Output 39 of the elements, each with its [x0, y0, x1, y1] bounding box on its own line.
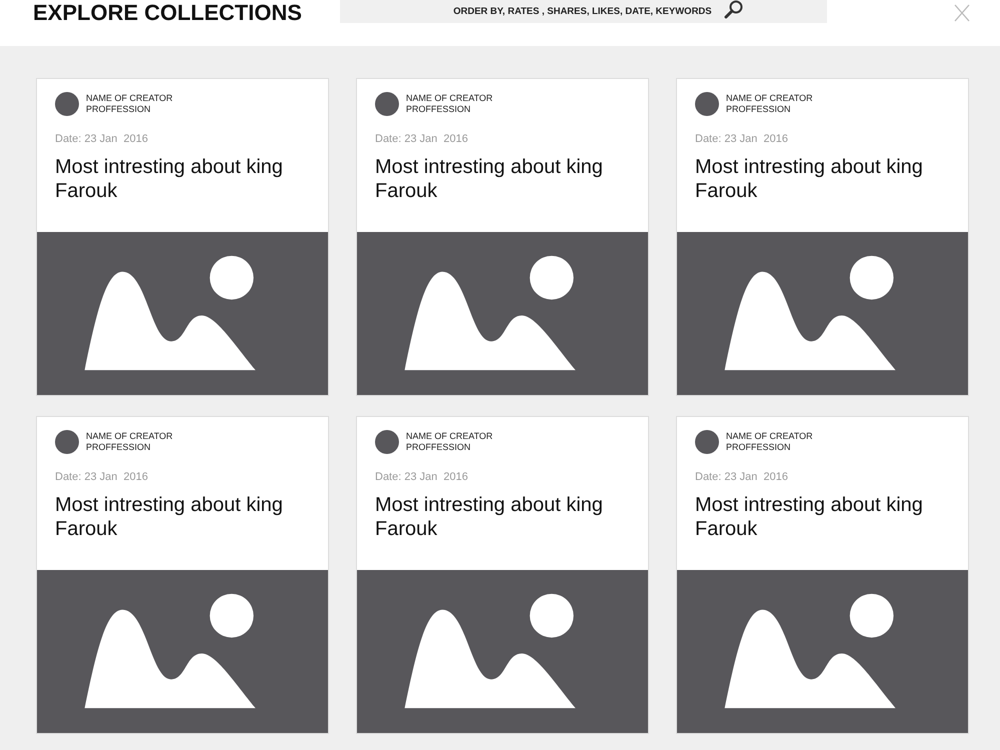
card-date: Date: 23 Jan 2016 — [55, 133, 149, 145]
creator-name: NAME OF CREATOR — [726, 431, 813, 442]
creator-name: NAME OF CREATOR — [86, 431, 173, 442]
card-title: Most intresting about king Farouk — [375, 155, 604, 203]
avatar — [55, 430, 79, 454]
card-title: Most intresting about king Farouk — [55, 493, 284, 541]
creator-profession: PROFFESSION — [406, 442, 472, 453]
card-title: Most intresting about king Farouk — [695, 155, 924, 203]
creator-profession: PROFFESSION — [406, 104, 472, 115]
card-date: Date: 23 Jan 2016 — [695, 471, 789, 483]
avatar — [375, 92, 399, 116]
avatar — [375, 430, 399, 454]
creator-profession: PROFFESSION — [86, 442, 152, 453]
collection-card[interactable]: NAME OF CREATOR PROFFESSION Date: 23 Jan 2016 Most intresting about king Farouk — [676, 78, 969, 396]
card-title: Most intresting about king Farouk — [695, 493, 924, 541]
collection-card[interactable]: NAME OF CREATOR PROFFESSION Date: 23 Jan 2016 Most intresting about king Farouk — [36, 78, 329, 396]
card-title: Most intresting about king Farouk — [375, 493, 604, 541]
creator-profession: PROFFESSION — [726, 442, 792, 453]
creator-profession: PROFFESSION — [86, 104, 152, 115]
collection-card[interactable]: NAME OF CREATOR PROFFESSION Date: 23 Jan 2016 Most intresting about king Farouk — [356, 416, 649, 734]
creator-name: NAME OF CREATOR — [86, 93, 173, 104]
card-title: Most intresting about king Farouk — [55, 155, 284, 203]
creator-name: NAME OF CREATOR — [406, 93, 493, 104]
search-icon[interactable] — [724, 0, 744, 18]
card-date: Date: 23 Jan 2016 — [55, 471, 149, 483]
avatar — [695, 92, 719, 116]
collection-card[interactable]: NAME OF CREATOR PROFFESSION Date: 23 Jan 2016 Most intresting about king Farouk — [676, 416, 969, 734]
card-date: Date: 23 Jan 2016 — [375, 471, 469, 483]
collection-card[interactable]: NAME OF CREATOR PROFFESSION Date: 23 Jan 2016 Most intresting about king Farouk — [356, 78, 649, 396]
creator-name: NAME OF CREATOR — [726, 93, 813, 104]
creator-name: NAME OF CREATOR — [406, 431, 493, 442]
card-date: Date: 23 Jan 2016 — [695, 133, 789, 145]
page-title: EXPLORE COLLECTIONS — [33, 0, 303, 26]
card-date: Date: 23 Jan 2016 — [375, 133, 469, 145]
collection-card[interactable]: NAME OF CREATOR PROFFESSION Date: 23 Jan 2016 Most intresting about king Farouk — [36, 416, 329, 734]
search-field[interactable]: ORDER BY, RATES , SHARES, LIKES, DATE, KEYWORDS — [340, 0, 827, 23]
avatar — [55, 92, 79, 116]
creator-profession: PROFFESSION — [726, 104, 792, 115]
avatar — [695, 430, 719, 454]
